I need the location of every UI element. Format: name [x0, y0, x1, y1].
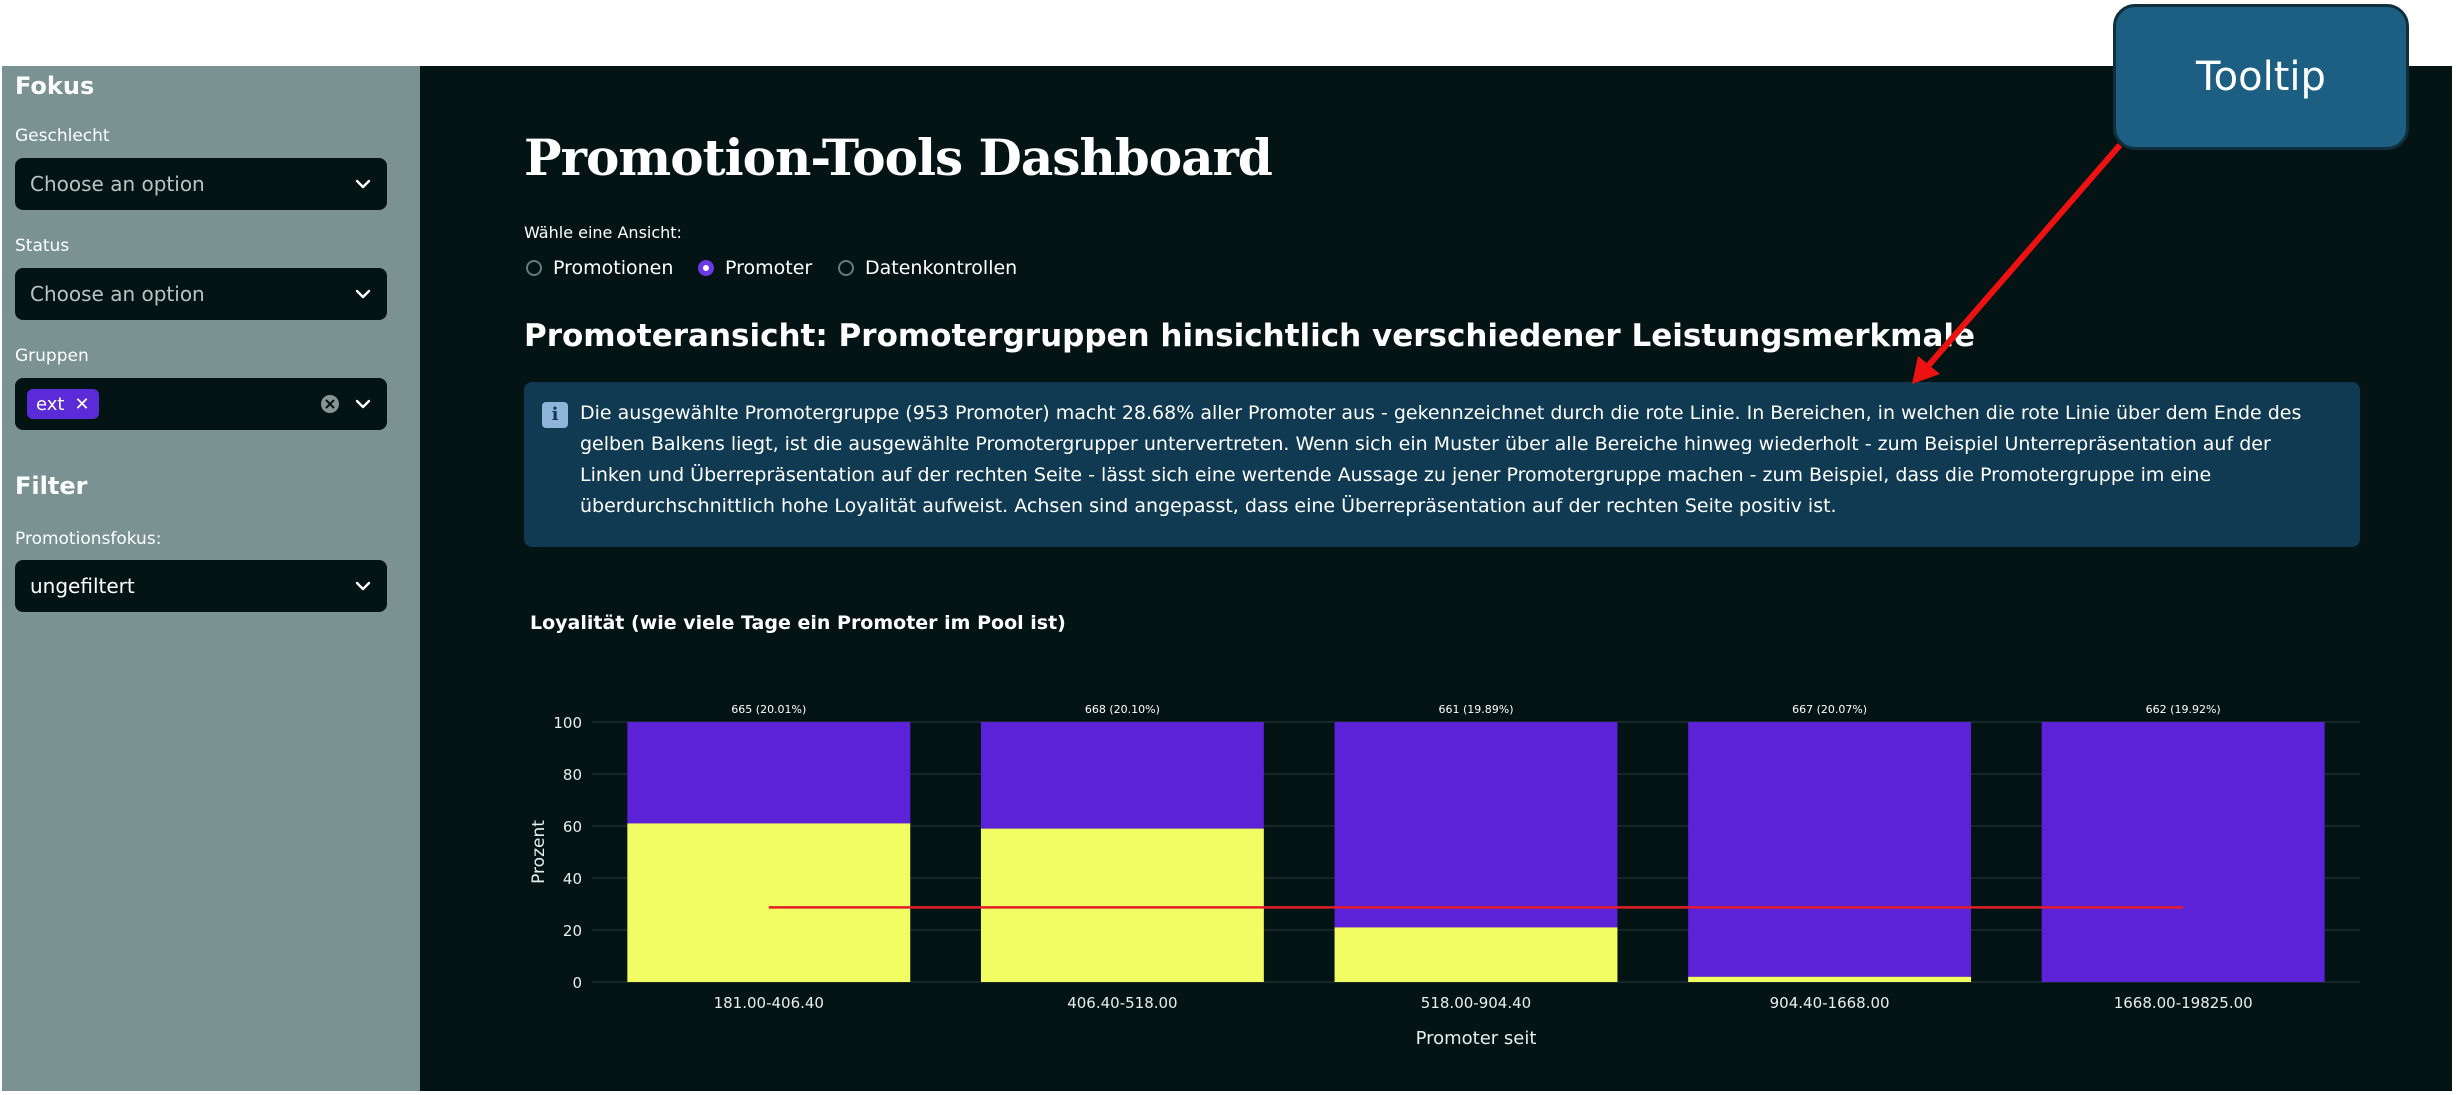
- x-tick-label: 181.00-406.40: [714, 994, 824, 1012]
- x-tick-label: 904.40-1668.00: [1770, 994, 1890, 1012]
- bar-segment-other: [1334, 722, 1618, 928]
- x-tick-label: 406.40-518.00: [1067, 994, 1177, 1012]
- filter-heading: Filter: [15, 472, 88, 500]
- x-axis-label: Promoter seit: [1416, 1028, 1537, 1049]
- promo-focus-select-value: ungefiltert: [30, 574, 135, 598]
- promo-focus-select[interactable]: ungefiltert: [15, 560, 387, 612]
- x-tick-label: 1668.00-19825.00: [2114, 994, 2253, 1012]
- groups-tag[interactable]: ext ✕: [27, 389, 99, 419]
- main-content: Promotion-Tools Dashboard Wähle eine Ans…: [420, 66, 2452, 1091]
- status-select-value: Choose an option: [30, 282, 205, 306]
- bar-segment-selected: [1334, 927, 1618, 982]
- bar-count-label: 661 (19.89%): [1438, 703, 1513, 716]
- gender-label: Geschlecht: [15, 126, 110, 146]
- tooltip-annotation: Tooltip: [2113, 4, 2409, 150]
- close-icon[interactable]: ✕: [74, 394, 89, 415]
- y-tick-label: 80: [563, 766, 582, 784]
- loyalty-bar-chart: 0 20 40 60 80 100 Prozent 665 (20.01%) 181.00-40…: [529, 703, 2360, 1049]
- chevron-down-icon: [355, 289, 371, 299]
- groups-tag-label: ext: [36, 393, 65, 415]
- bar-count-label: 662 (19.92%): [2146, 703, 2221, 716]
- y-axis-label: Prozent: [529, 820, 549, 884]
- sidebar: Fokus Geschlecht Choose an option Status…: [2, 66, 420, 1091]
- bar-count-label: 665 (20.01%): [731, 703, 806, 716]
- groups-label: Gruppen: [15, 346, 89, 366]
- bar-segment-other: [1688, 722, 1972, 977]
- status-label: Status: [15, 236, 70, 256]
- promo-focus-label: Promotionsfokus:: [15, 529, 162, 549]
- bar-segment-other: [980, 722, 1264, 829]
- y-tick-label: 0: [572, 974, 582, 992]
- bar-segment-selected: [1688, 976, 1972, 982]
- gender-select[interactable]: Choose an option: [15, 158, 387, 210]
- focus-heading: Fokus: [15, 72, 95, 100]
- x-tick-label: 518.00-904.40: [1421, 994, 1531, 1012]
- groups-multiselect[interactable]: ext ✕: [15, 378, 387, 430]
- bar-count-label: 668 (20.10%): [1085, 703, 1160, 716]
- y-tick-label: 40: [563, 870, 582, 888]
- y-tick-label: 60: [563, 818, 582, 836]
- clear-icon[interactable]: [319, 393, 341, 415]
- bar-count-label: 667 (20.07%): [1792, 703, 1867, 716]
- y-tick-label: 100: [553, 714, 582, 732]
- status-select[interactable]: Choose an option: [15, 268, 387, 320]
- y-tick-label: 20: [563, 922, 582, 940]
- chevron-down-icon: [355, 179, 371, 189]
- bar-segment-selected: [980, 828, 1264, 982]
- chevron-down-icon[interactable]: [351, 392, 375, 416]
- bar-segment-selected: [627, 823, 911, 982]
- chevron-down-icon: [355, 581, 371, 591]
- app-frame: Fokus Geschlecht Choose an option Status…: [2, 66, 2452, 1091]
- gender-select-value: Choose an option: [30, 172, 205, 196]
- bar-segment-other: [2041, 722, 2325, 982]
- bar-segment-other: [627, 722, 911, 824]
